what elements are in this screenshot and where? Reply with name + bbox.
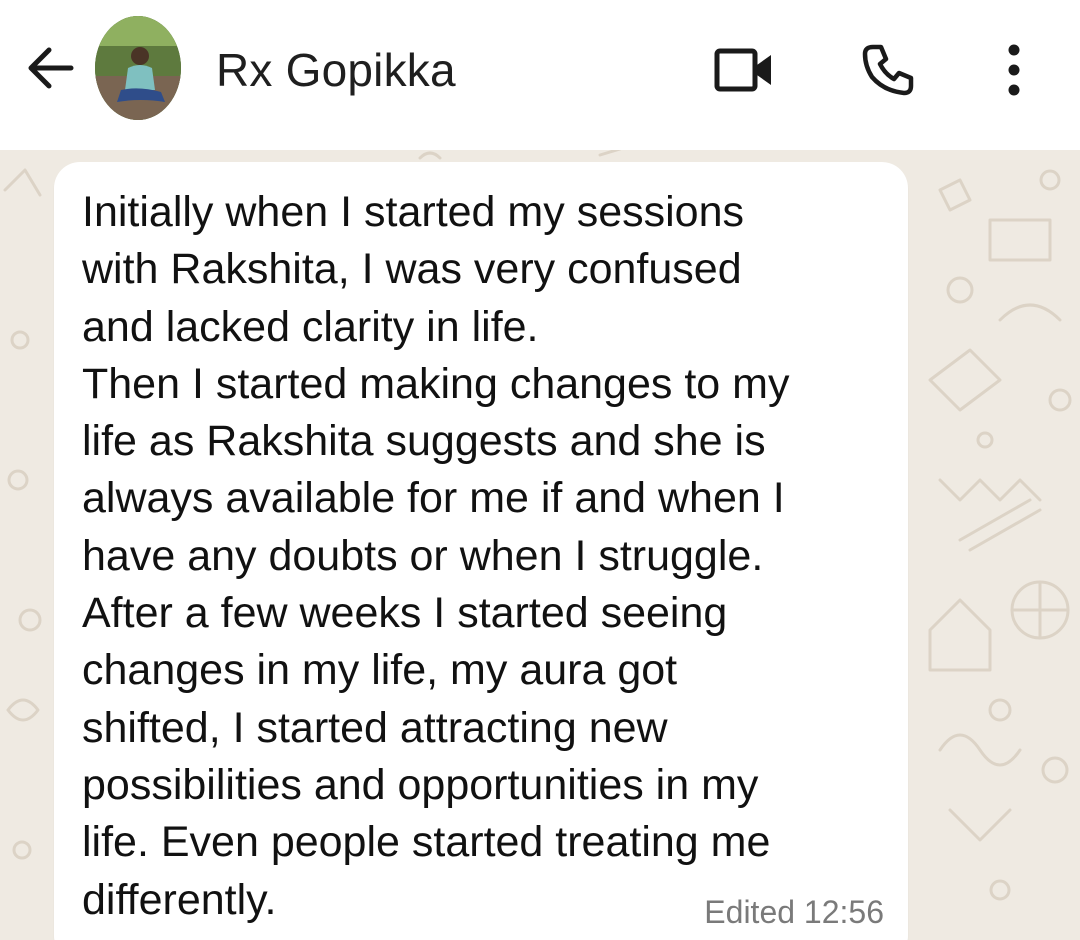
video-call-button[interactable] [712,38,776,102]
message-bubble[interactable]: Initially when I started my sessions wit… [54,162,908,940]
phone-icon [862,44,914,96]
message-meta: Edited 12:56 [704,894,884,931]
message-time: 12:56 [803,894,884,930]
contact-name[interactable]: Rx Gopikka [216,42,456,98]
avatar[interactable] [95,16,181,120]
chat-area[interactable]: Initially when I started my sessions wit… [0,150,1080,940]
video-camera-icon [714,48,771,92]
more-options-button[interactable] [982,38,1046,102]
back-button[interactable] [18,36,82,100]
more-vertical-icon [1008,44,1020,96]
message-text: Initially when I started my sessions wit… [82,188,790,924]
voice-call-button[interactable] [856,38,920,102]
edited-label: Edited [704,894,796,930]
chat-header: Rx Gopikka [0,0,1080,150]
arrow-left-icon [28,47,74,89]
